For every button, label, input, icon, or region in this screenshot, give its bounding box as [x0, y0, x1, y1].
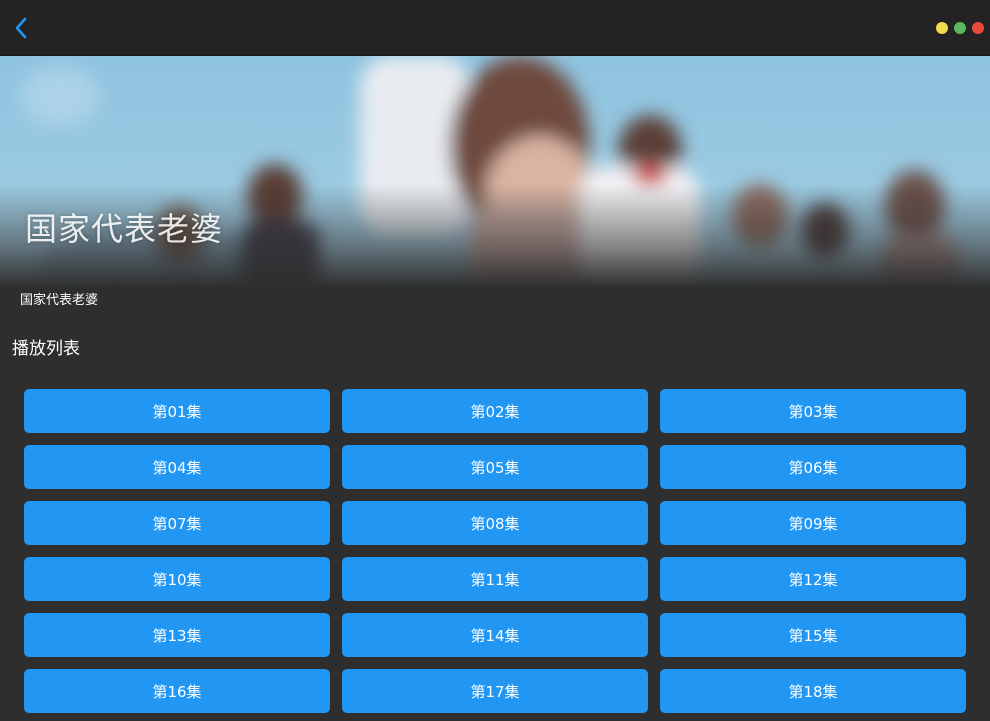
chevron-left-icon — [15, 17, 27, 39]
show-name: 国家代表老婆 — [20, 293, 99, 308]
title-bar — [0, 0, 990, 56]
episode-button[interactable]: 第14集 — [342, 613, 648, 657]
playlist-heading: 播放列表 — [12, 339, 80, 359]
hero-banner: 国家代表老婆 — [0, 56, 990, 288]
app-window: 国家代表老婆 国家代表老婆 播放列表 第01集 第02集 第03集 第04集 第05集第… — [0, 0, 990, 721]
episode-button[interactable]: 第08集 — [342, 501, 648, 545]
back-button[interactable] — [8, 14, 34, 42]
hero-title: 国家代表老婆 — [25, 210, 224, 248]
episode-button[interactable]: 第18集 — [660, 669, 966, 713]
episode-button[interactable]: 第10集 — [24, 557, 330, 601]
episode-button[interactable]: 第07集 — [24, 501, 330, 545]
episode-button[interactable]: 第09集 — [660, 501, 966, 545]
episode-button[interactable]: 第12集 — [660, 557, 966, 601]
episode-button[interactable]: 第05集 — [342, 445, 648, 489]
episode-button[interactable]: 第13集 — [24, 613, 330, 657]
episode-button[interactable]: 第16集 — [24, 669, 330, 713]
episode-button[interactable]: 第01集 — [24, 389, 330, 433]
episode-button[interactable]: 第03集 — [660, 389, 966, 433]
hero-backdrop-image — [0, 56, 990, 288]
episode-button[interactable]: 第06集 — [660, 445, 966, 489]
episode-button[interactable]: 第17集 — [342, 669, 648, 713]
episode-grid: 第01集 第02集 第03集第04集 第05集 第06集第07集 第08集 第09集第10集… — [24, 389, 966, 713]
episode-button[interactable]: 第15集 — [660, 613, 966, 657]
maximize-button[interactable] — [954, 22, 966, 34]
episode-button[interactable]: 第04集 — [24, 445, 330, 489]
episode-button[interactable]: 第11集 — [342, 557, 648, 601]
close-button[interactable] — [972, 22, 984, 34]
episode-button[interactable]: 第02集 — [342, 389, 648, 433]
minimize-button[interactable] — [936, 22, 948, 34]
